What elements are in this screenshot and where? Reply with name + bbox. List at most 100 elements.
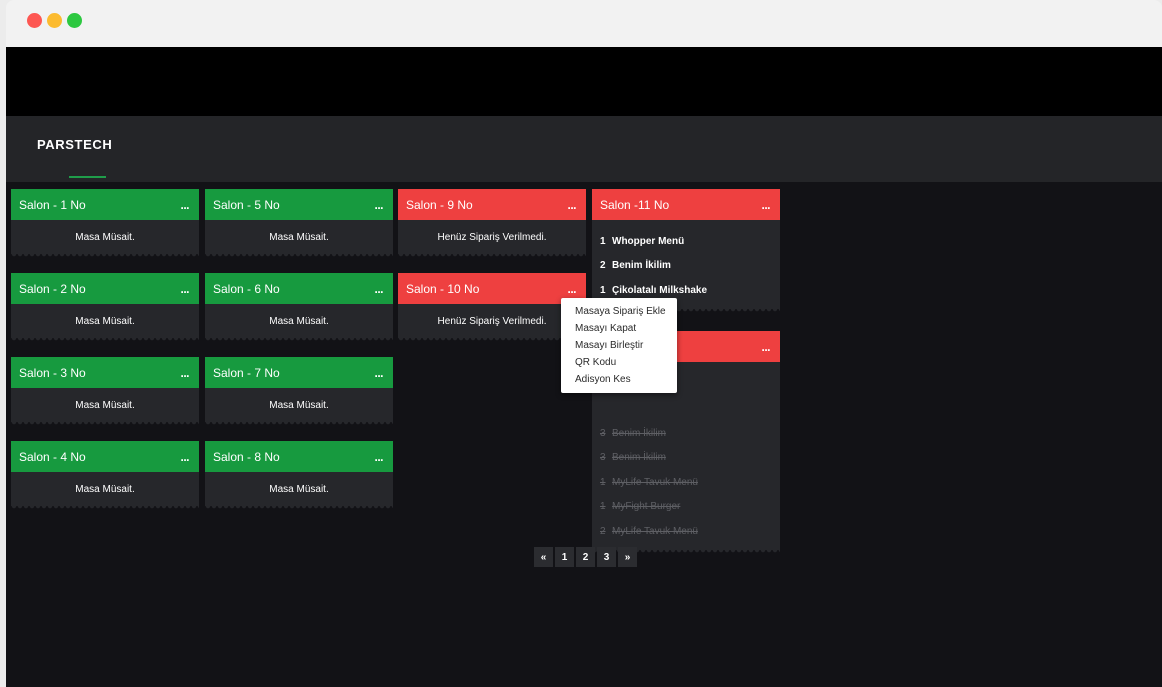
more-options-icon[interactable]: ... [567,282,578,296]
order-qty: 1 [600,476,606,488]
window-titlebar [6,0,1162,47]
order-name: Benim İkilim [612,427,666,439]
more-options-icon[interactable]: ... [374,282,385,296]
order-name: Çikolatalı Milkshake [612,284,708,296]
pagination-prev-button[interactable]: « [534,547,553,567]
table-card-header: Salon - 4 No ... [11,441,199,472]
table-status: Masa Müsait. [11,472,199,509]
table-status: Masa Müsait. [11,388,199,425]
app-viewport: PARSTECH Salon - 1 No ... Masa Müsait. S… [6,47,1162,687]
table-status: Masa Müsait. [205,220,393,257]
table-card-header: Salon - 10 No ... [398,273,586,304]
table-card-salon-10[interactable]: Salon - 10 No ... Henüz Sipariş Verilmed… [398,273,586,341]
table-title: Salon - 6 No [213,281,280,296]
table-card-header: Salon -11 No ... [592,189,780,220]
table-card-header: Salon - 7 No ... [205,357,393,388]
order-qty: 2 [600,260,606,272]
brand-active-indicator [69,176,106,178]
menu-item-qr-code[interactable]: QR Kodu [561,354,677,371]
table-status: Henüz Sipariş Verilmedi. [398,220,586,257]
order-item-cancelled: 3 Benim İkilim [600,446,772,471]
table-title: Salon - 4 No [19,449,86,464]
table-status: Masa Müsait. [205,388,393,425]
header-bar: PARSTECH [6,116,1162,182]
order-item-cancelled: 3 Benim İkilim [600,421,772,446]
table-status: Henüz Sipariş Verilmedi. [398,304,586,341]
table-card-header: Salon - 8 No ... [205,441,393,472]
order-qty: 1 [600,235,606,247]
table-card-salon-8[interactable]: Salon - 8 No ... Masa Müsait. [205,441,393,509]
order-qty: 2 [600,525,606,537]
more-options-icon[interactable]: ... [374,198,385,212]
browser-window: PARSTECH Salon - 1 No ... Masa Müsait. S… [0,0,1162,687]
order-name: Whopper Menü [612,235,685,247]
table-card-salon-7[interactable]: Salon - 7 No ... Masa Müsait. [205,357,393,425]
pagination-next-button[interactable]: » [618,547,637,567]
table-status: Masa Müsait. [11,304,199,341]
more-options-icon[interactable]: ... [180,366,191,380]
table-card-salon-4[interactable]: Salon - 4 No ... Masa Müsait. [11,441,199,509]
pagination: « 1 2 3 » [534,547,637,567]
order-item: 2 Benim İkilim [600,254,772,279]
table-status: Masa Müsait. [205,472,393,509]
table-card-salon-5[interactable]: Salon - 5 No ... Masa Müsait. [205,189,393,257]
table-title: Salon - 3 No [19,365,86,380]
pagination-page-3[interactable]: 3 [597,547,616,567]
pagination-page-1[interactable]: 1 [555,547,574,567]
table-card-salon-11[interactable]: Salon -11 No ... 1 Whopper Menü 2 Benim İk… [592,189,780,311]
more-options-icon[interactable]: ... [761,198,772,212]
order-list: 1 Whopper Menü 2 Benim İkilim 1 Çikolatalı … [592,220,780,311]
menu-item-close-table[interactable]: Masayı Kapat [561,320,677,337]
table-status: Masa Müsait. [205,304,393,341]
order-item: 1 Whopper Menü [600,229,772,254]
more-options-icon[interactable]: ... [180,450,191,464]
table-card-header: Salon - 9 No ... [398,189,586,220]
table-title: Salon - 8 No [213,449,280,464]
top-black-bar [6,47,1162,116]
order-item-cancelled: 1 MyLife Tavuk Menü [600,470,772,495]
table-card-header: Salon - 1 No ... [11,189,199,220]
menu-item-print-bill[interactable]: Adisyon Kes [561,371,677,388]
table-card-salon-9[interactable]: Salon - 9 No ... Henüz Sipariş Verilmedi… [398,189,586,257]
table-title: Salon -11 No [600,197,670,212]
table-card-salon-6[interactable]: Salon - 6 No ... Masa Müsait. [205,273,393,341]
table-status: Masa Müsait. [11,220,199,257]
brand-logo[interactable]: PARSTECH [37,137,112,152]
order-qty: 3 [600,452,606,464]
table-card-header: Salon - 6 No ... [205,273,393,304]
maximize-window-button[interactable] [67,13,82,28]
order-name: Benim İkilim [612,452,666,464]
order-name: MyLife Tavuk Menü [612,525,698,537]
more-options-icon[interactable]: ... [761,340,772,354]
menu-item-merge-table[interactable]: Masayı Birleştir [561,337,677,354]
order-item-cancelled: 2 MyLife Tavuk Menü [600,519,772,544]
more-options-icon[interactable]: ... [180,282,191,296]
table-context-menu: Masaya Sipariş Ekle Masayı Kapat Masayı … [561,298,677,393]
table-title: Salon - 7 No [213,365,280,380]
table-card-salon-1[interactable]: Salon - 1 No ... Masa Müsait. [11,189,199,257]
table-card-header: Salon - 5 No ... [205,189,393,220]
close-window-button[interactable] [27,13,42,28]
order-name: Benim İkilim [612,260,671,272]
pagination-page-2[interactable]: 2 [576,547,595,567]
table-card-header: Salon - 2 No ... [11,273,199,304]
order-name: MyFight Burger [612,501,681,513]
order-qty: 1 [600,501,606,513]
order-qty: 1 [600,284,606,296]
table-title: Salon - 2 No [19,281,86,296]
menu-item-add-order[interactable]: Masaya Sipariş Ekle [561,303,677,320]
more-options-icon[interactable]: ... [180,198,191,212]
table-card-salon-3[interactable]: Salon - 3 No ... Masa Müsait. [11,357,199,425]
more-options-icon[interactable]: ... [567,198,578,212]
table-card-header: Salon - 3 No ... [11,357,199,388]
table-title: Salon - 1 No [19,197,86,212]
more-options-icon[interactable]: ... [374,366,385,380]
more-options-icon[interactable]: ... [374,450,385,464]
order-item-cancelled: 1 MyFight Burger [600,495,772,520]
table-title: Salon - 10 No [406,281,480,296]
table-card-salon-2[interactable]: Salon - 2 No ... Masa Müsait. [11,273,199,341]
order-name: MyLife Tavuk Menü [612,476,698,488]
table-title: Salon - 5 No [213,197,280,212]
minimize-window-button[interactable] [47,13,62,28]
table-title: Salon - 9 No [406,197,473,212]
